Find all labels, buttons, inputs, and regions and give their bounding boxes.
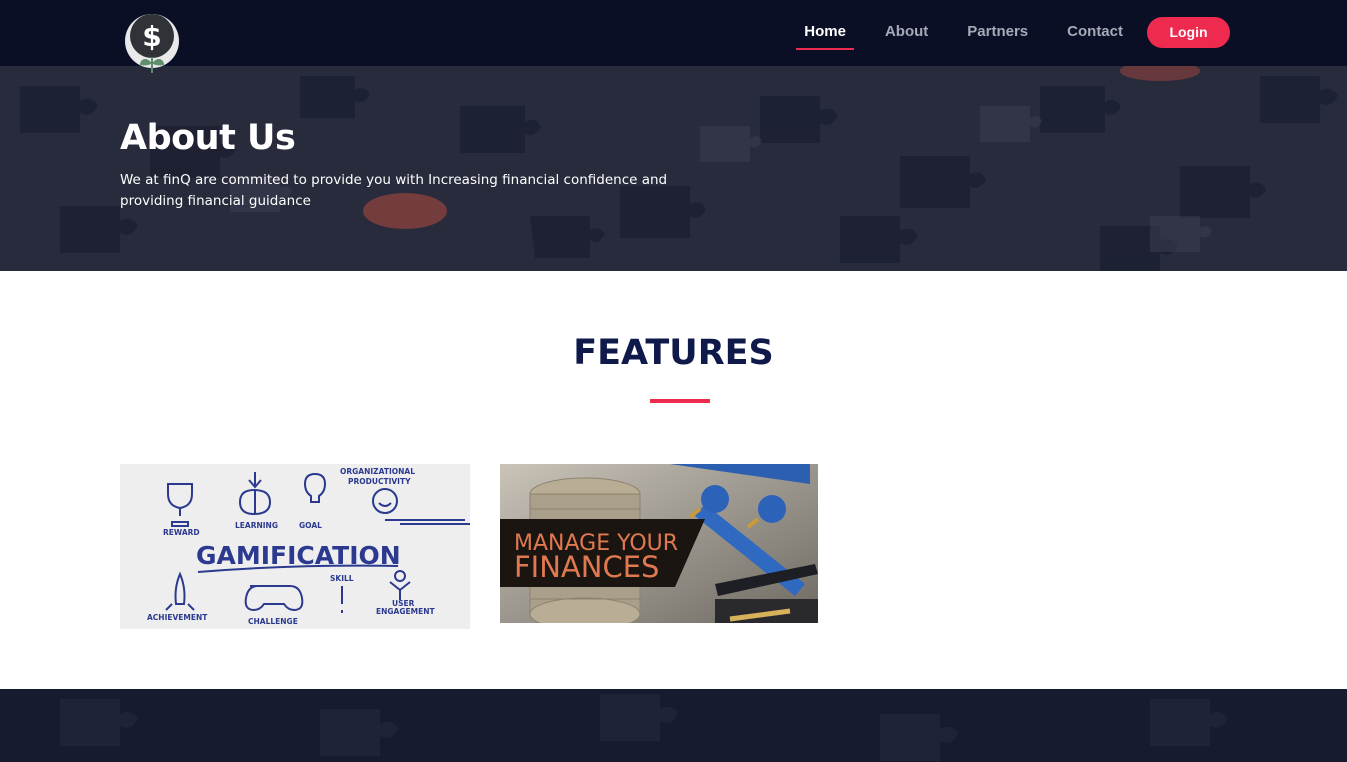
gamification-feature-card[interactable]: REWARD LEARNING GOAL ORGANIZATIONAL PROD… xyxy=(120,464,470,629)
bottom-band-section xyxy=(0,689,1347,762)
about-hero: About Us We at finQ are commited to prov… xyxy=(0,66,1347,271)
manage-finances-feature-card[interactable]: MANAGE YOUR FINANCES xyxy=(500,464,818,623)
puzzle-background-image xyxy=(0,66,1347,271)
gamification-label-goal: GOAL xyxy=(299,521,322,530)
gamification-label-achievement: ACHIEVEMENT xyxy=(147,613,208,622)
gamification-label-learning: LEARNING xyxy=(235,521,278,530)
features-heading: FEATURES xyxy=(573,333,774,373)
navbar: $ Home About Partners Contact Login xyxy=(0,0,1347,73)
login-button[interactable]: Login xyxy=(1147,16,1230,48)
nav-partners[interactable]: Partners xyxy=(959,15,1036,49)
gamification-label-skill: SKILL xyxy=(330,574,354,583)
nav-contact[interactable]: Contact xyxy=(1059,15,1131,49)
finq-logo[interactable]: $ xyxy=(122,11,182,73)
gamification-label-org-line1: ORGANIZATIONAL xyxy=(340,467,415,476)
gamification-label-reward: REWARD xyxy=(163,528,200,537)
gamification-label-challenge: CHALLENGE xyxy=(248,617,298,626)
puzzle-background-image-bottom xyxy=(0,689,1347,762)
gamification-label-user-line2: ENGAGEMENT xyxy=(376,607,436,616)
hero-title: About Us xyxy=(120,118,296,158)
finances-line2: FINANCES xyxy=(514,550,659,584)
features-divider xyxy=(650,399,710,403)
svg-text:$: $ xyxy=(142,20,161,53)
nav-home[interactable]: Home xyxy=(796,15,854,50)
main-nav: Home About Partners Contact Login xyxy=(796,12,1230,52)
gamification-illustration: REWARD LEARNING GOAL ORGANIZATIONAL PROD… xyxy=(120,464,470,629)
manage-finances-illustration: MANAGE YOUR FINANCES xyxy=(500,464,818,623)
gamification-label-org-line2: PRODUCTIVITY xyxy=(348,477,411,486)
gamification-title: GAMIFICATION xyxy=(196,541,401,570)
nav-about[interactable]: About xyxy=(877,15,936,49)
hero-description: We at finQ are commited to provide you w… xyxy=(120,172,668,209)
